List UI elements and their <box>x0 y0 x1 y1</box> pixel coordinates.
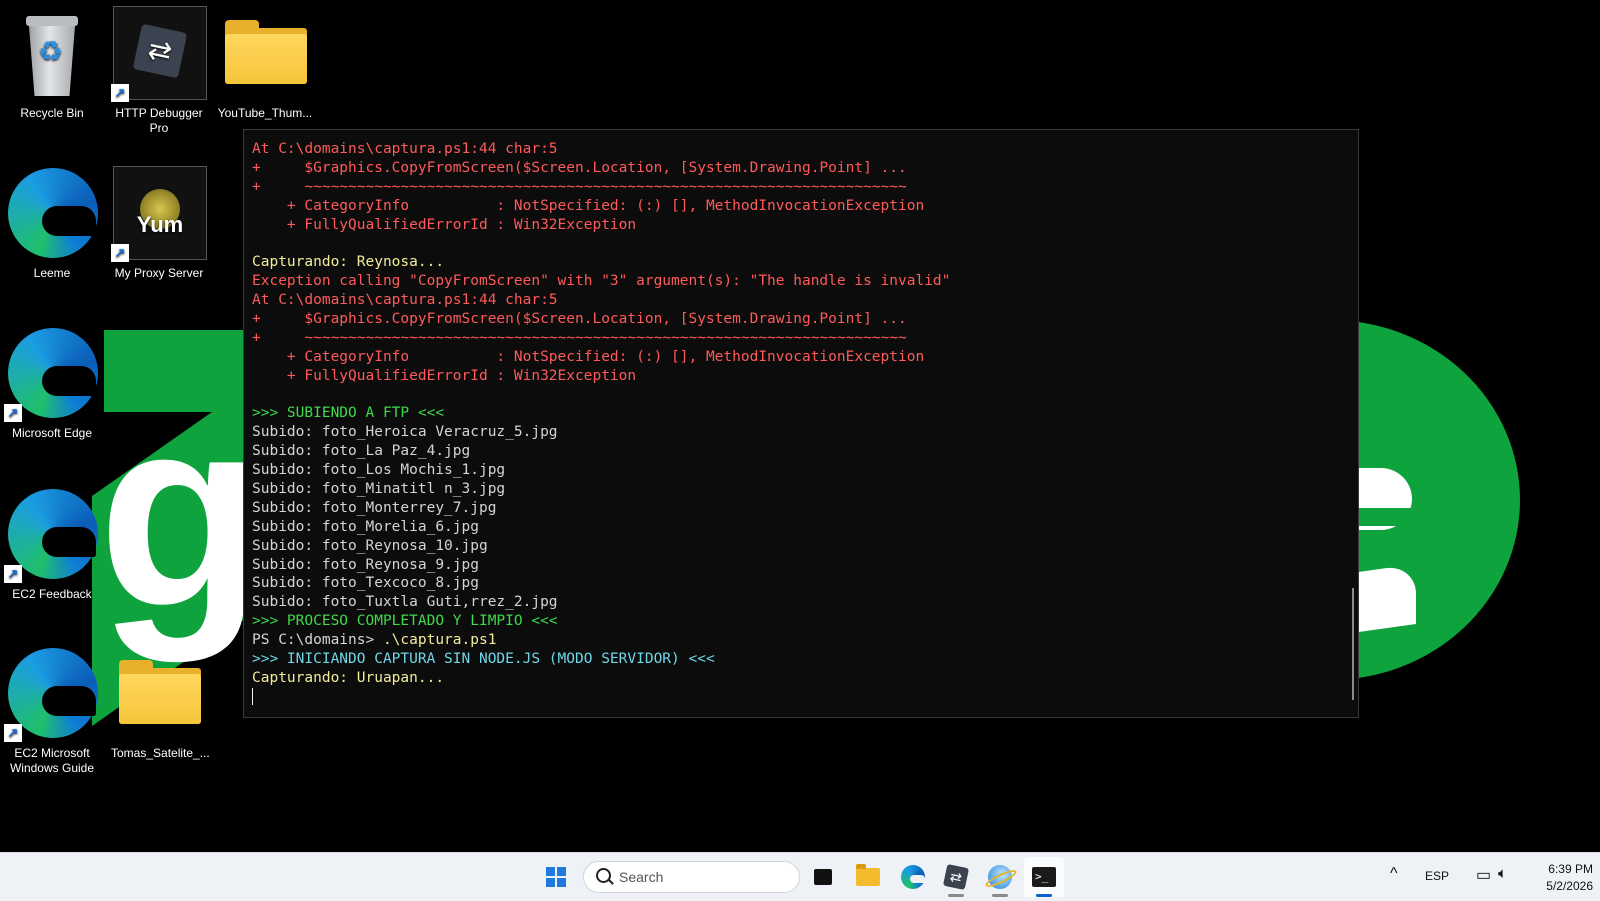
desktop-icon-label: YouTube_Thum... <box>217 106 313 120</box>
desktop-icon-label: HTTP Debugger Pro <box>115 106 203 135</box>
terminal-prompt: PS C:\domains> <box>252 632 383 649</box>
input-language[interactable]: ESP <box>1425 869 1449 883</box>
terminal-line: PS C:\domains> .\captura.ps1 <box>252 631 1344 650</box>
internet-explorer-icon <box>988 865 1012 889</box>
terminal-line: At C:\domains\captura.ps1:44 char:5 <box>252 292 558 309</box>
terminal-line: Subido: foto_Morelia_6.jpg <box>252 518 479 535</box>
terminal-line: Subido: foto_La Paz_4.jpg <box>252 443 471 460</box>
desktop-icon-label: EC2 Microsoft Windows Guide <box>9 746 95 775</box>
shortcut-arrow-icon: ↗ <box>4 565 22 583</box>
desktop-icon-ec2-feedback[interactable]: ↗ EC2 Feedback <box>4 487 100 602</box>
wallpaper-letter-g: g <box>98 362 263 663</box>
terminal-line: Subido: foto_Reynosa_10.jpg <box>252 537 488 554</box>
file-explorer-icon <box>856 864 880 886</box>
taskbar-app-file-explorer[interactable] <box>848 857 888 897</box>
windows-start-icon <box>546 867 566 887</box>
edge-icon <box>901 865 925 889</box>
terminal-line: >>> PROCESO COMPLETADO Y LIMPIO <<< <box>252 613 558 630</box>
terminal-line: Subido: foto_Reynosa_9.jpg <box>252 556 479 573</box>
open-indicator <box>948 894 964 897</box>
terminal-cursor <box>252 688 253 706</box>
folder-icon <box>225 20 307 84</box>
terminal-output[interactable]: At C:\domains\captura.ps1:44 char:5 + $Gr… <box>252 140 1344 707</box>
terminal-line: + $Graphics.CopyFromScreen($Screen.Locat… <box>252 311 907 328</box>
terminal-line: + ~~~~~~~~~~~~~~~~~~~~~~~~~~~~~~~~~~~~~~… <box>252 329 907 346</box>
taskbar-clock[interactable]: 6:39 PM 5/2/2026 <box>1527 861 1593 895</box>
terminal-line: Subido: foto_Texcoco_8.jpg <box>252 575 479 592</box>
taskbar-app-task-view[interactable] <box>803 857 843 897</box>
desktop-icon-http-debugger[interactable]: ⇄ ↗ HTTP Debugger Pro <box>111 6 207 136</box>
taskbar-app-edge[interactable] <box>893 857 933 897</box>
search-icon <box>596 868 611 883</box>
recycle-bin-icon: ♻ <box>26 16 78 96</box>
desktop-icon-label: Microsoft Edge <box>11 426 93 440</box>
terminal-line: + CategoryInfo : NotSpecified: (:) [], M… <box>252 197 925 214</box>
active-indicator <box>1036 894 1052 897</box>
desktop-icon-my-proxy-server[interactable]: Yum ↗ My Proxy Server <box>111 166 207 281</box>
desktop-icon-label: Tomas_Satelite_... <box>111 746 210 760</box>
terminal-line: Subido: foto_Monterrey_7.jpg <box>252 499 497 516</box>
desktop-icon-label: EC2 Feedback <box>12 587 92 601</box>
desktop-icon-recycle-bin[interactable]: ♻ Recycle Bin <box>4 6 100 121</box>
terminal-icon: >_ <box>1032 867 1056 887</box>
terminal-line: At C:\domains\captura.ps1:44 char:5 <box>252 141 558 157</box>
folder-icon <box>119 660 201 724</box>
terminal-command: .\captura.ps1 <box>382 632 497 649</box>
terminal-line: Capturando: Uruapan... <box>252 669 445 686</box>
terminal-line: Capturando: Reynosa... <box>252 254 445 271</box>
taskbar: Search ⇄ >_ ^ ESP ▭ 🔈︎ 6:39 PM 5/2/2026 <box>0 852 1600 901</box>
terminal-line: Subido: foto_Tuxtla Guti,rrez_2.jpg <box>252 594 558 611</box>
taskbar-app-http-debugger[interactable]: ⇄ <box>936 857 976 897</box>
taskbar-search-box[interactable]: Search <box>583 861 800 893</box>
terminal-window[interactable]: At C:\domains\captura.ps1:44 char:5 + $Gr… <box>243 129 1359 718</box>
terminal-line: Subido: foto_Minatitl n_3.jpg <box>252 481 506 498</box>
desktop-icon-leeme[interactable]: Leeme <box>4 166 100 281</box>
taskbar-app-internet-explorer[interactable] <box>980 857 1020 897</box>
shortcut-arrow-icon: ↗ <box>111 84 129 102</box>
show-hidden-icons-chevron[interactable]: ^ <box>1390 865 1398 883</box>
desktop-icon-microsoft-edge[interactable]: ↗ Microsoft Edge <box>4 326 100 441</box>
desktop-icon-youtube-folder[interactable]: YouTube_Thum... <box>217 6 313 121</box>
shortcut-arrow-icon: ↗ <box>4 404 22 422</box>
terminal-line: + FullyQualifiedErrorId : Win32Exception <box>252 216 637 233</box>
start-button[interactable] <box>536 857 576 897</box>
terminal-line: Subido: foto_Heroica Veracruz_5.jpg <box>252 424 558 441</box>
network-icon[interactable]: ▭ <box>1476 865 1491 885</box>
search-placeholder: Search <box>619 869 664 885</box>
terminal-scrollbar[interactable] <box>1352 588 1354 700</box>
clock-time: 6:39 PM <box>1548 862 1593 876</box>
terminal-input-line[interactable] <box>252 688 1344 707</box>
terminal-line: Exception calling "CopyFromScreen" with … <box>252 273 951 290</box>
http-debugger-icon: ⇄ <box>132 23 188 79</box>
desktop-icon-label: Recycle Bin <box>20 106 84 120</box>
http-debugger-icon: ⇄ <box>942 863 970 891</box>
shortcut-arrow-icon: ↗ <box>4 724 22 742</box>
desktop-icon-label: Leeme <box>33 266 71 280</box>
terminal-line: Subido: foto_Los Mochis_1.jpg <box>252 462 506 479</box>
terminal-line: >>> INICIANDO CAPTURA SIN NODE.JS (MODO … <box>252 651 715 668</box>
terminal-line: + $Graphics.CopyFromScreen($Screen.Locat… <box>252 159 907 176</box>
terminal-line: >>> SUBIENDO A FTP <<< <box>252 405 445 422</box>
shortcut-arrow-icon: ↗ <box>111 244 129 262</box>
terminal-line: + ~~~~~~~~~~~~~~~~~~~~~~~~~~~~~~~~~~~~~~… <box>252 178 907 195</box>
taskbar-app-terminal[interactable]: >_ <box>1024 857 1064 897</box>
terminal-line: + FullyQualifiedErrorId : Win32Exception <box>252 367 637 384</box>
terminal-line: + CategoryInfo : NotSpecified: (:) [], M… <box>252 348 925 365</box>
desktop-icon-label: My Proxy Server <box>114 266 204 280</box>
desktop-icon-tomas-folder[interactable]: Tomas_Satelite_... <box>111 646 210 761</box>
desktop-icon-ec2-windows-guide[interactable]: ↗ EC2 Microsoft Windows Guide <box>4 646 100 776</box>
edge-icon <box>8 168 98 258</box>
clock-date: 5/2/2026 <box>1546 879 1593 893</box>
volume-icon[interactable]: 🔈︎ <box>1498 865 1507 882</box>
open-indicator <box>992 894 1008 897</box>
task-view-icon <box>814 865 835 885</box>
